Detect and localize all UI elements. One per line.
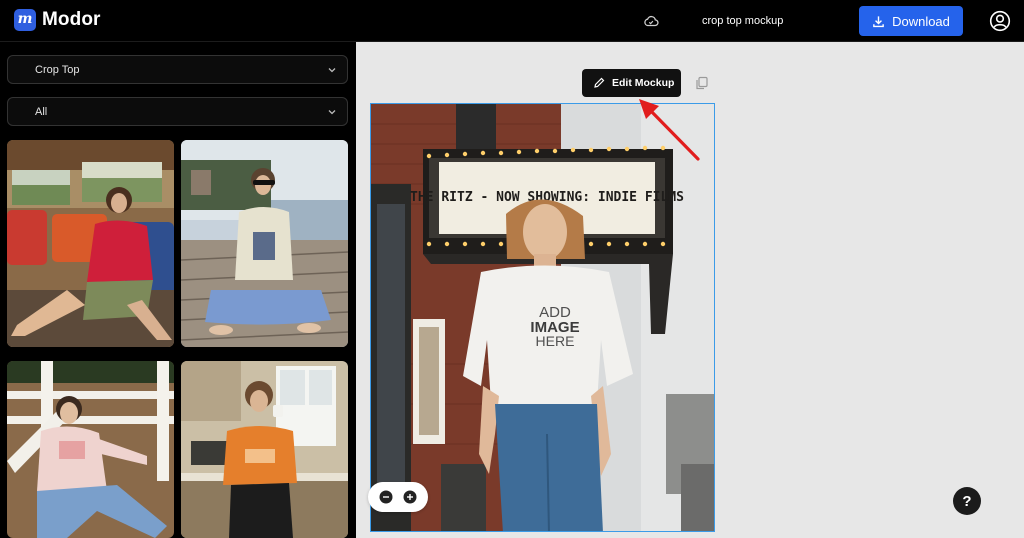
help-button[interactable]: ? — [953, 487, 981, 515]
user-account-icon[interactable] — [989, 10, 1011, 32]
annotation-arrow-icon — [639, 99, 700, 161]
download-label: Download — [892, 13, 950, 29]
document-title[interactable]: crop top mockup — [702, 15, 783, 27]
zoom-out-icon[interactable] — [379, 490, 393, 504]
download-button[interactable]: Download — [859, 6, 963, 36]
photo-woman-dock-sweater-icon — [181, 140, 348, 347]
photo-woman-theater-white-crop-top-icon: THE RITZ - NOW SHOWING: INDIE FILMS ADD … — [371, 104, 714, 531]
cloud-save-icon[interactable] — [643, 13, 659, 29]
filter-select-value: All — [35, 105, 48, 118]
mockup-thumbnail[interactable] — [7, 361, 174, 538]
placeholder-line-3: HERE — [536, 333, 575, 349]
mockup-thumbnail[interactable] — [181, 140, 348, 347]
duplicate-icon[interactable] — [695, 76, 709, 90]
mockup-canvas: Edit Mockup THE RITZ - NOW SHOWING: INDI… — [356, 42, 1024, 538]
zoom-in-icon[interactable] — [403, 490, 417, 504]
pencil-icon — [594, 77, 605, 88]
edit-mockup-button[interactable]: Edit Mockup — [582, 69, 681, 97]
template-sidebar: Crop Top All — [0, 42, 356, 538]
download-icon — [873, 15, 884, 27]
photo-woman-kitchen-orange-top-icon — [181, 361, 348, 538]
top-bar: m Modor crop top mockup Download — [0, 0, 1024, 42]
mockup-thumbnail[interactable] — [181, 361, 348, 538]
category-select[interactable]: Crop Top — [7, 55, 348, 84]
photo-woman-bus-red-crop-top-icon — [7, 140, 174, 347]
app-name: Modor — [42, 9, 101, 30]
edit-mockup-label: Edit Mockup — [612, 77, 675, 89]
category-select-value: Crop Top — [35, 63, 80, 76]
mockup-preview[interactable]: THE RITZ - NOW SHOWING: INDIE FILMS ADD … — [370, 103, 715, 532]
photo-woman-fence-pink-sweater-icon — [7, 361, 174, 538]
filter-select[interactable]: All — [7, 97, 348, 126]
mockup-thumbnail[interactable] — [7, 140, 174, 347]
zoom-controls — [368, 482, 428, 512]
chevron-down-icon — [328, 68, 336, 73]
app-logo[interactable]: m Modor — [14, 9, 101, 31]
chevron-down-icon — [328, 110, 336, 115]
logo-mark-icon: m — [14, 9, 36, 31]
